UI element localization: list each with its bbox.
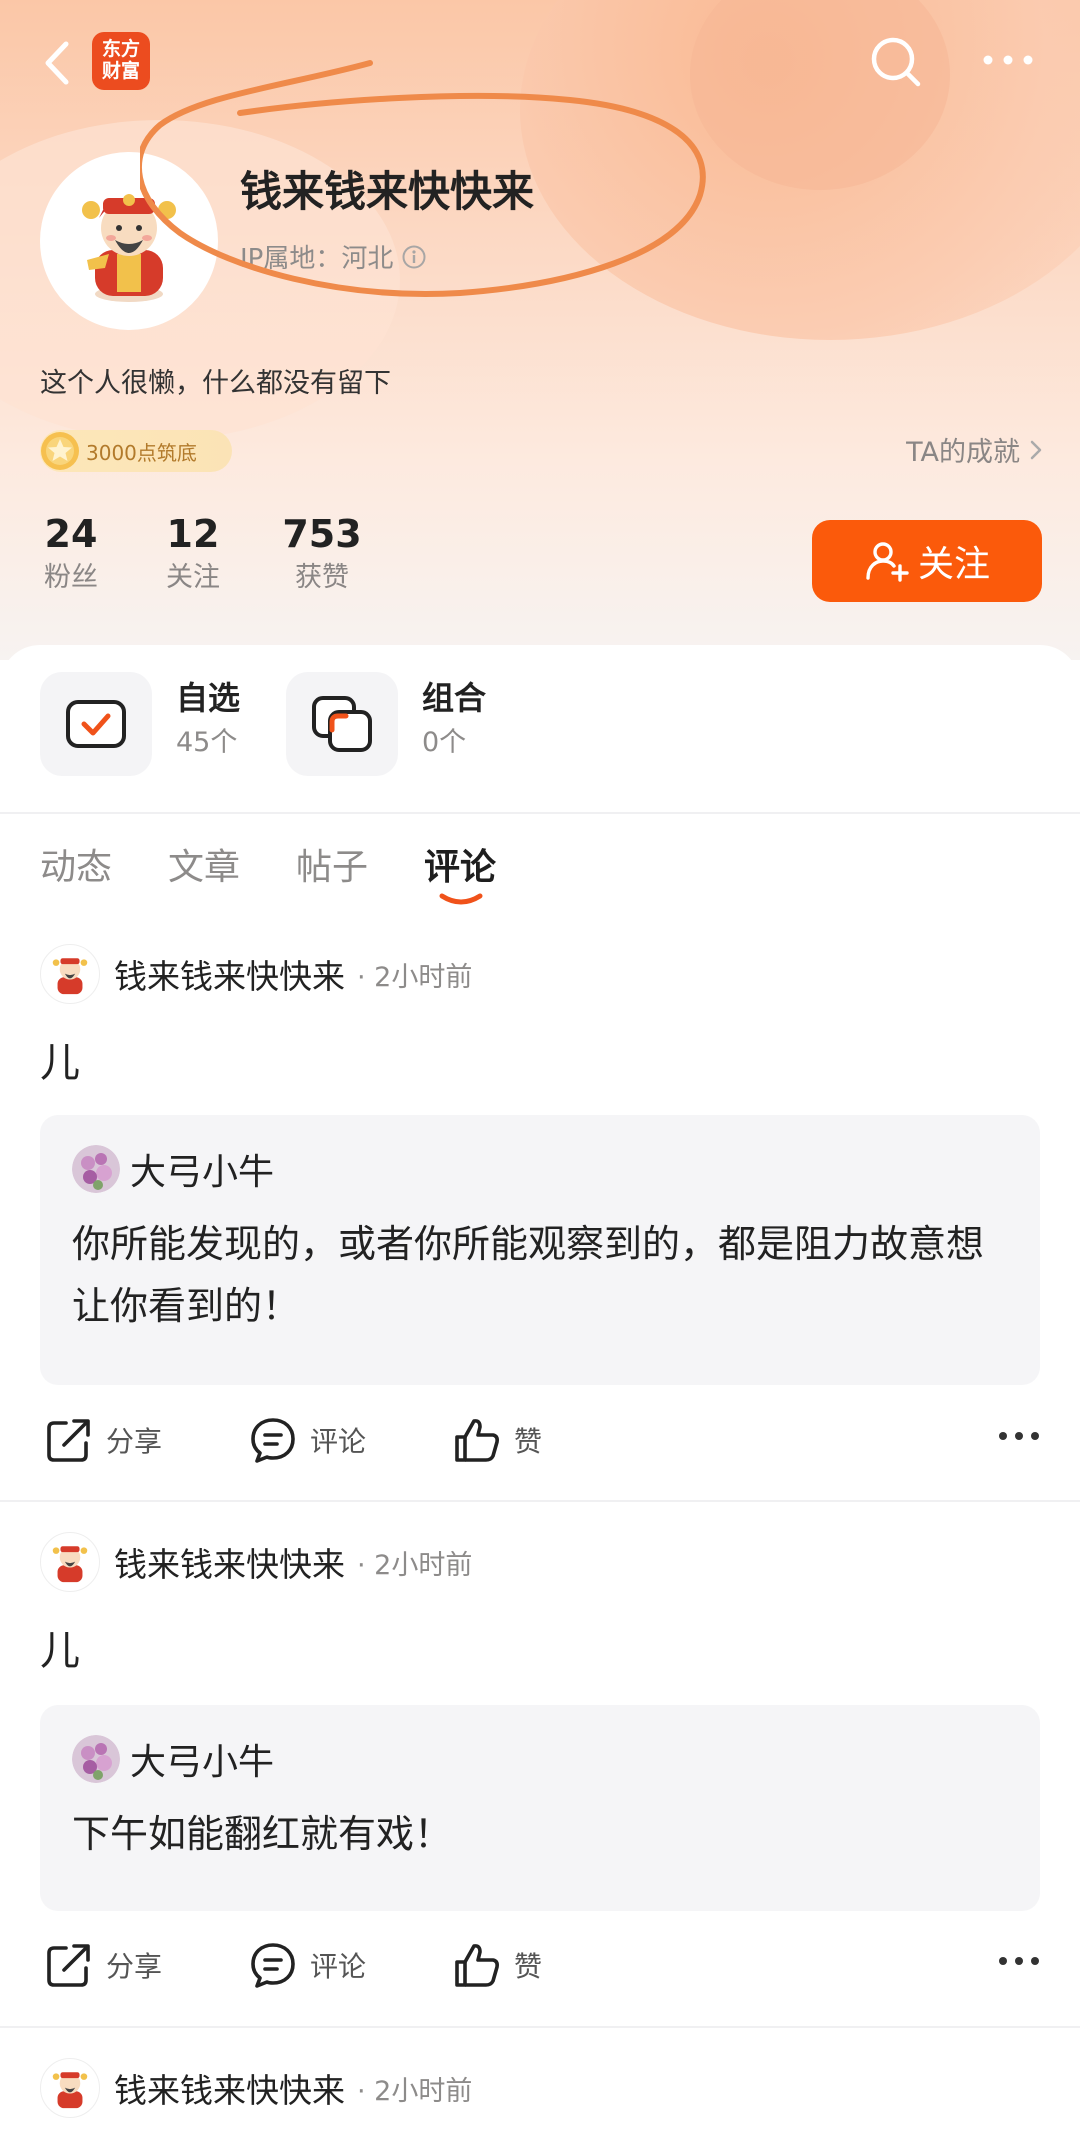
avatar[interactable] (40, 152, 218, 330)
post-actions: 分享 评论 赞 (44, 1415, 1040, 1475)
stat-fans[interactable]: 24 粉丝 (40, 512, 102, 594)
watchlist-icon (66, 700, 126, 748)
avatar[interactable] (72, 1735, 120, 1783)
achievement-badge[interactable]: 3000点筑底 (40, 430, 232, 472)
quoted-text: 你所能发现的，或者你所能观察到的，都是阻力故意想让你看到的！ (72, 1222, 985, 1328)
thumbs-up-icon (455, 1419, 499, 1462)
chevron-right-icon (1030, 440, 1042, 459)
more-options-icon[interactable] (998, 1429, 1040, 1443)
post-time: · 2小时前 (357, 2075, 473, 2107)
tab-posts[interactable]: 帖子 (296, 838, 368, 890)
quoted-author: 大弓小牛 (130, 1152, 275, 1193)
profile-name: 钱来钱来快快来 (240, 167, 535, 216)
portfolio-icon (312, 696, 372, 752)
share-icon (47, 1419, 90, 1462)
tab-comments[interactable]: 评论 (424, 838, 496, 905)
quoted-author: 大弓小牛 (130, 1742, 275, 1783)
divider (0, 812, 1080, 814)
post-header[interactable]: 钱来钱来快快来 · 2小时前 (40, 2058, 472, 2118)
more-options-icon[interactable] (998, 1954, 1040, 1968)
tab-dynamics[interactable]: 动态 (40, 838, 112, 890)
post-header[interactable]: 钱来钱来快快来 · 2小时前 (40, 944, 472, 1004)
quoted-text: 下午如能翻红就有戏！ (72, 1812, 453, 1856)
tab-articles[interactable]: 文章 (168, 838, 240, 890)
avatar[interactable] (72, 1145, 120, 1193)
profile-bio: 这个人很懒，什么都没有留下 (40, 368, 391, 399)
stat-likes: 753 获赞 (282, 512, 362, 593)
like-button[interactable]: 赞 (452, 1415, 542, 1465)
post-header[interactable]: 钱来钱来快快来 · 2小时前 (40, 1532, 472, 1592)
add-user-icon (866, 542, 909, 582)
share-button[interactable]: 分享 (44, 1940, 162, 1990)
comment-button[interactable]: 评论 (248, 1415, 366, 1465)
stat-following[interactable]: 12 关注 (162, 512, 224, 594)
content-tabs: 动态 文章 帖子 评论 (40, 838, 552, 905)
divider (0, 1500, 1080, 1502)
share-icon (47, 1944, 90, 1987)
info-icon[interactable] (401, 244, 427, 270)
comment-icon (251, 1943, 295, 1988)
post-text: 儿 (40, 1040, 80, 1086)
medal-icon (41, 432, 79, 470)
post-author: 钱来钱来快快来 (114, 957, 345, 996)
quoted-post[interactable]: 大弓小牛 下午如能翻红就有戏！ (40, 1705, 1040, 1911)
share-button[interactable]: 分享 (44, 1415, 162, 1465)
active-tab-indicator (439, 893, 483, 905)
post-text: 儿 (40, 1628, 80, 1674)
follow-button[interactable]: 关注 (812, 520, 1042, 602)
watchlist-entry[interactable]: 自选 45个 (40, 672, 240, 776)
post-time: · 2小时前 (357, 1549, 473, 1581)
app-logo: 东方 财富 (92, 32, 150, 90)
portfolio-entry[interactable]: 组合 0个 (286, 672, 486, 776)
quoted-post[interactable]: 大弓小牛 你所能发现的，或者你所能观察到的，都是阻力故意想让你看到的！ (40, 1115, 1040, 1385)
post-author: 钱来钱来快快来 (114, 2071, 345, 2110)
post-author: 钱来钱来快快来 (114, 1545, 345, 1584)
comment-icon (251, 1418, 295, 1463)
comment-button[interactable]: 评论 (248, 1940, 366, 1990)
divider (0, 2026, 1080, 2028)
back-arrow-icon[interactable] (38, 38, 78, 88)
thumbs-up-icon (455, 1944, 499, 1987)
avatar[interactable] (40, 1532, 100, 1592)
ip-location: IP属地：河北 (240, 238, 427, 275)
post-actions: 分享 评论 赞 (44, 1940, 1040, 2000)
like-button[interactable]: 赞 (452, 1940, 542, 1990)
more-options-icon[interactable] (982, 48, 1034, 72)
avatar[interactable] (40, 944, 100, 1004)
achievements-link[interactable]: TA的成就 (906, 430, 1044, 469)
search-icon[interactable] (868, 34, 924, 90)
avatar[interactable] (40, 2058, 100, 2118)
post-time: · 2小时前 (357, 961, 473, 993)
